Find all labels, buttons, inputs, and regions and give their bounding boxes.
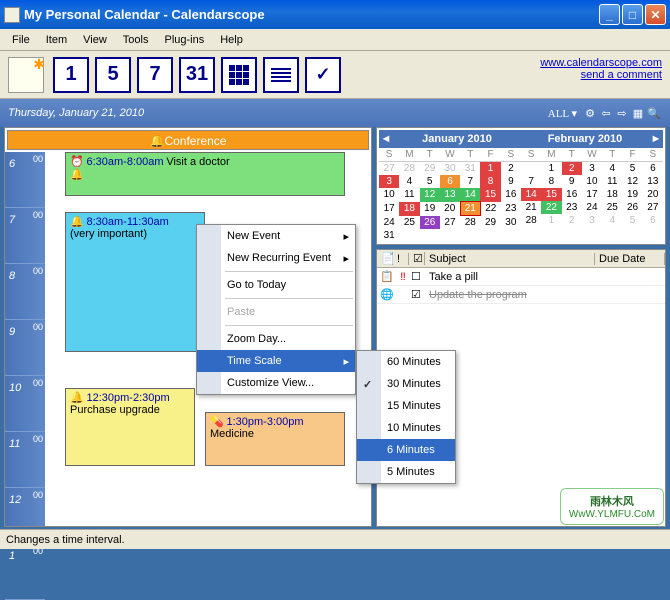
workweek-view-button[interactable]: 5: [95, 57, 131, 93]
menu-file[interactable]: File: [4, 32, 38, 48]
menu-view[interactable]: View: [75, 32, 115, 48]
task-list-header: 📄 ! ☑ Subject Due Date: [377, 250, 665, 268]
ctx-new-event[interactable]: New Event▸: [197, 225, 355, 247]
ts-6min[interactable]: 6 Minutes: [357, 439, 455, 461]
list-view-button[interactable]: [263, 57, 299, 93]
all-day-event[interactable]: 🔔Conference: [7, 130, 369, 150]
task-row[interactable]: 🌐 ☑ Update the program: [377, 286, 665, 304]
appointment-purchase[interactable]: 🔔 12:30pm-2:30pm Purchase upgrade: [65, 388, 195, 466]
task-checkbox[interactable]: ☑: [411, 288, 425, 301]
menu-item[interactable]: Item: [38, 32, 75, 48]
date-header: Thursday, January 21, 2010 ALL ▾ ⚙ ⇦ ⇨ ▦…: [0, 99, 670, 127]
prev-day-button[interactable]: ⇦: [598, 107, 614, 120]
month-label-feb[interactable]: February 2010: [521, 133, 649, 145]
ctx-zoom-day[interactable]: Zoom Day...: [197, 328, 355, 350]
task-icon: 🌐: [379, 288, 395, 301]
task-icon: 📋: [379, 270, 395, 283]
status-bar: Changes a time interval.: [0, 529, 670, 549]
col-priority[interactable]: !: [393, 253, 409, 265]
check-icon: ✓: [363, 378, 372, 391]
gear-icon[interactable]: ⚙: [582, 107, 598, 120]
appointment-doctor[interactable]: ⏰ 6:30am-8:00am Visit a doctor 🔔: [65, 152, 345, 196]
ts-15min[interactable]: 15 Minutes: [357, 395, 455, 417]
grid-view-button[interactable]: [221, 57, 257, 93]
ctx-new-recurring[interactable]: New Recurring Event▸: [197, 247, 355, 269]
minical-february[interactable]: SMTWTFS 123456 78910111213 1415161718192…: [521, 148, 663, 242]
ctx-goto-today[interactable]: Go to Today: [197, 274, 355, 296]
col-subject[interactable]: Subject: [425, 253, 595, 265]
next-month-button[interactable]: ►: [649, 133, 663, 145]
context-menu: New Event▸ New Recurring Event▸ Go to To…: [196, 224, 356, 395]
col-icon[interactable]: 📄: [377, 252, 393, 265]
task-subject: Update the program: [425, 289, 663, 301]
minimize-button[interactable]: _: [599, 4, 620, 25]
col-complete[interactable]: ☑: [409, 252, 425, 265]
timescale-submenu: 60 Minutes ✓30 Minutes 15 Minutes 10 Min…: [356, 350, 456, 484]
ts-30min[interactable]: ✓30 Minutes: [357, 373, 455, 395]
bell-icon: 🔔: [70, 216, 84, 228]
ctx-paste: Paste: [197, 301, 355, 323]
task-checkbox[interactable]: ☐: [411, 270, 425, 283]
task-subject: Take a pill: [425, 271, 663, 283]
ts-10min[interactable]: 10 Minutes: [357, 417, 455, 439]
mini-calendar-panel: ◄ January 2010 February 2010 ► SMTWTFS 2…: [376, 127, 666, 245]
bell-icon: 🔔: [70, 392, 84, 404]
ts-5min[interactable]: 5 Minutes: [357, 461, 455, 483]
close-button[interactable]: ✕: [645, 4, 666, 25]
task-row[interactable]: 📋 ‼ ☐ Take a pill: [377, 268, 665, 286]
appointment-medicine[interactable]: 💊 1:30pm-3:00pm Medicine: [205, 412, 345, 466]
next-day-button[interactable]: ⇨: [614, 107, 630, 120]
col-duedate[interactable]: Due Date: [595, 253, 665, 265]
ctx-time-scale[interactable]: Time Scale▸: [197, 350, 355, 372]
current-date: Thursday, January 21, 2010: [8, 107, 144, 119]
new-event-button[interactable]: [8, 57, 44, 93]
website-link[interactable]: www.calendarscope.com: [540, 57, 662, 69]
watermark: 雨林木风 WwW.YLMFU.CoM: [560, 488, 664, 525]
day-view-button[interactable]: 1: [53, 57, 89, 93]
feedback-link[interactable]: send a comment: [540, 69, 662, 81]
month-view-button[interactable]: 31: [179, 57, 215, 93]
window-title: My Personal Calendar - Calendarscope: [24, 7, 599, 22]
tasks-view-button[interactable]: ✓: [305, 57, 341, 93]
menu-plugins[interactable]: Plug-ins: [156, 32, 212, 48]
goto-date-button[interactable]: ▦: [630, 107, 646, 120]
priority-high-icon: ‼: [395, 271, 411, 283]
menu-tools[interactable]: Tools: [115, 32, 157, 48]
toolbar: 1 5 7 31 ✓ www.calendarscope.com send a …: [0, 51, 670, 99]
maximize-button[interactable]: □: [622, 4, 643, 25]
app-icon: [4, 7, 20, 23]
menu-bar: File Item View Tools Plug-ins Help: [0, 29, 670, 51]
filter-all-dropdown[interactable]: ALL ▾: [544, 107, 581, 120]
medicine-icon: 💊: [210, 416, 224, 428]
window-titlebar: My Personal Calendar - Calendarscope _ □…: [0, 0, 670, 29]
ctx-customize-view[interactable]: Customize View...: [197, 372, 355, 394]
minical-january[interactable]: SMTWTFS 272829303112 3456789 10111213141…: [379, 148, 521, 242]
alarm-icon: ⏰: [70, 156, 84, 168]
bell-icon: 🔔: [70, 169, 84, 181]
appointment-important[interactable]: 🔔 8:30am-11:30am (very important): [65, 212, 205, 352]
prev-month-button[interactable]: ◄: [379, 133, 393, 145]
week-view-button[interactable]: 7: [137, 57, 173, 93]
find-button[interactable]: 🔍: [646, 107, 662, 120]
month-label-jan[interactable]: January 2010: [393, 133, 521, 145]
menu-help[interactable]: Help: [212, 32, 251, 48]
ts-60min[interactable]: 60 Minutes: [357, 351, 455, 373]
time-ruler: 600 700 800 900 1000 1100 1200 100: [5, 152, 45, 526]
